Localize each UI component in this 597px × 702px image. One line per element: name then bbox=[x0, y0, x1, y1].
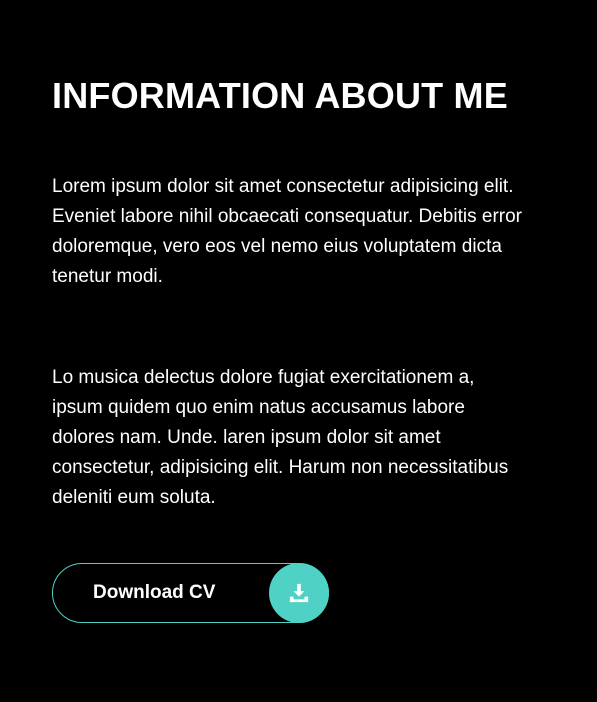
page-title: INFORMATION ABOUT ME bbox=[52, 75, 508, 116]
download-icon-glyph bbox=[289, 583, 309, 603]
download-cv-button[interactable]: Download CV bbox=[52, 563, 329, 623]
about-paragraph-1: Lorem ipsum dolor sit amet consectetur a… bbox=[52, 176, 522, 287]
download-cv-label: Download CV bbox=[93, 582, 216, 603]
download-icon bbox=[269, 563, 329, 623]
about-paragraph-2: Lo musica delectus dolore fugiat exercit… bbox=[52, 367, 509, 508]
